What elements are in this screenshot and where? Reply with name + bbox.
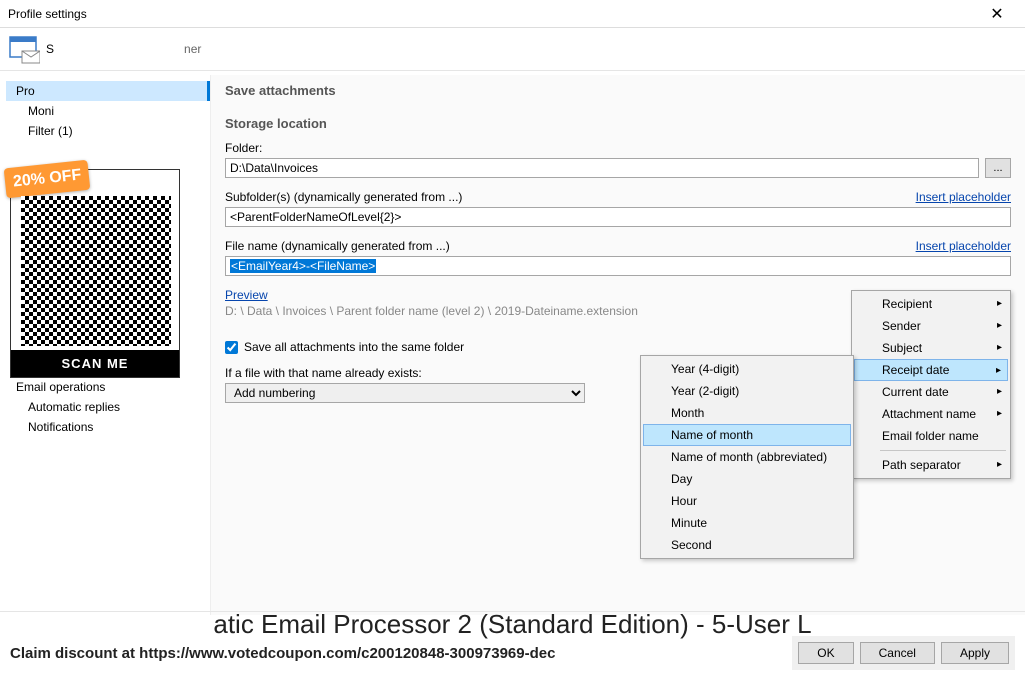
- menu-item[interactable]: Receipt date▸: [854, 359, 1008, 381]
- menu-item[interactable]: Path separator▸: [854, 454, 1008, 476]
- chevron-right-icon: ▸: [997, 342, 1002, 353]
- sidebar-item[interactable]: Pro: [6, 81, 210, 101]
- button-bar: OK Cancel Apply: [792, 636, 1015, 670]
- window-title: Profile settings: [8, 7, 977, 21]
- filename-input[interactable]: <EmailYear4>-<FileName>: [225, 256, 1011, 276]
- close-icon[interactable]: ✕: [977, 4, 1017, 24]
- chevron-right-icon: ▸: [996, 365, 1001, 376]
- chevron-right-icon: ▸: [997, 298, 1002, 309]
- apply-button[interactable]: Apply: [941, 642, 1009, 664]
- folder-input[interactable]: [225, 158, 979, 178]
- scan-me-label: SCAN ME: [11, 350, 179, 377]
- chevron-right-icon: ▸: [997, 459, 1002, 470]
- menu-item[interactable]: Minute: [643, 512, 851, 534]
- storage-subheader: Storage location: [225, 116, 1011, 131]
- chevron-right-icon: ▸: [997, 408, 1002, 419]
- toolbar-prefix: S: [46, 42, 54, 56]
- sidebar-item[interactable]: Email operations: [6, 377, 210, 397]
- chevron-right-icon: ▸: [997, 386, 1002, 397]
- filename-label: File name (dynamically generated from ..…: [225, 239, 1011, 253]
- folder-group: Folder: ...: [225, 141, 1011, 178]
- sidebar-item[interactable]: Automatic replies: [6, 397, 210, 417]
- menu-item[interactable]: Subject▸: [854, 337, 1008, 359]
- menu-item[interactable]: Sender▸: [854, 315, 1008, 337]
- subfolder-group: Insert placeholder Subfolder(s) (dynamic…: [225, 190, 1011, 227]
- menu-item[interactable]: Day: [643, 468, 851, 490]
- folder-label: Folder:: [225, 141, 1011, 155]
- browse-button[interactable]: ...: [985, 158, 1011, 178]
- insert-placeholder-link-1[interactable]: Insert placeholder: [916, 190, 1011, 204]
- qr-overlay: 20% OFF SCAN ME: [10, 169, 180, 378]
- sidebar-item[interactable]: Moni: [6, 101, 210, 121]
- app-icon: [8, 33, 40, 65]
- context-menu-main[interactable]: Recipient▸Sender▸Subject▸Receipt date▸Cu…: [851, 290, 1011, 479]
- sidebar: ProMoniFilter (1)Print settingsZIP archi…: [0, 75, 210, 615]
- menu-item[interactable]: Email folder name: [854, 425, 1008, 447]
- qr-code-image: [21, 196, 171, 346]
- preview-link[interactable]: Preview: [225, 288, 268, 302]
- toolbar-suffix: ner: [184, 42, 201, 56]
- menu-item[interactable]: Second: [643, 534, 851, 556]
- titlebar: Profile settings ✕: [0, 0, 1025, 28]
- menu-item[interactable]: Year (2-digit): [643, 380, 851, 402]
- menu-item[interactable]: Month: [643, 402, 851, 424]
- subfolder-input[interactable]: [225, 207, 1011, 227]
- insert-placeholder-link-2[interactable]: Insert placeholder: [916, 239, 1011, 253]
- exists-select[interactable]: Add numbering: [225, 383, 585, 403]
- divider: [0, 70, 1025, 71]
- subfolder-label: Subfolder(s) (dynamically generated from…: [225, 190, 1011, 204]
- ok-button[interactable]: OK: [798, 642, 853, 664]
- menu-item[interactable]: Recipient▸: [854, 293, 1008, 315]
- save-all-checkbox[interactable]: [225, 341, 238, 354]
- save-all-label: Save all attachments into the same folde…: [244, 340, 464, 354]
- filename-group: Insert placeholder File name (dynamicall…: [225, 239, 1011, 276]
- menu-item[interactable]: Hour: [643, 490, 851, 512]
- menu-item[interactable]: Name of month (abbreviated): [643, 446, 851, 468]
- menu-item[interactable]: Attachment name▸: [854, 403, 1008, 425]
- sidebar-item[interactable]: Notifications: [6, 417, 210, 437]
- sidebar-item[interactable]: Filter (1): [6, 121, 210, 141]
- menu-item[interactable]: Current date▸: [854, 381, 1008, 403]
- section-header: Save attachments: [225, 83, 1011, 98]
- context-menu-sub[interactable]: Year (4-digit)Year (2-digit)MonthName of…: [640, 355, 854, 559]
- promo-url: Claim discount at https://www.votedcoupo…: [10, 645, 555, 662]
- menu-item[interactable]: Name of month: [643, 424, 851, 446]
- cancel-button[interactable]: Cancel: [860, 642, 935, 664]
- chevron-right-icon: ▸: [997, 320, 1002, 331]
- toolbar: S ner: [0, 28, 1025, 70]
- menu-item[interactable]: Year (4-digit): [643, 358, 851, 380]
